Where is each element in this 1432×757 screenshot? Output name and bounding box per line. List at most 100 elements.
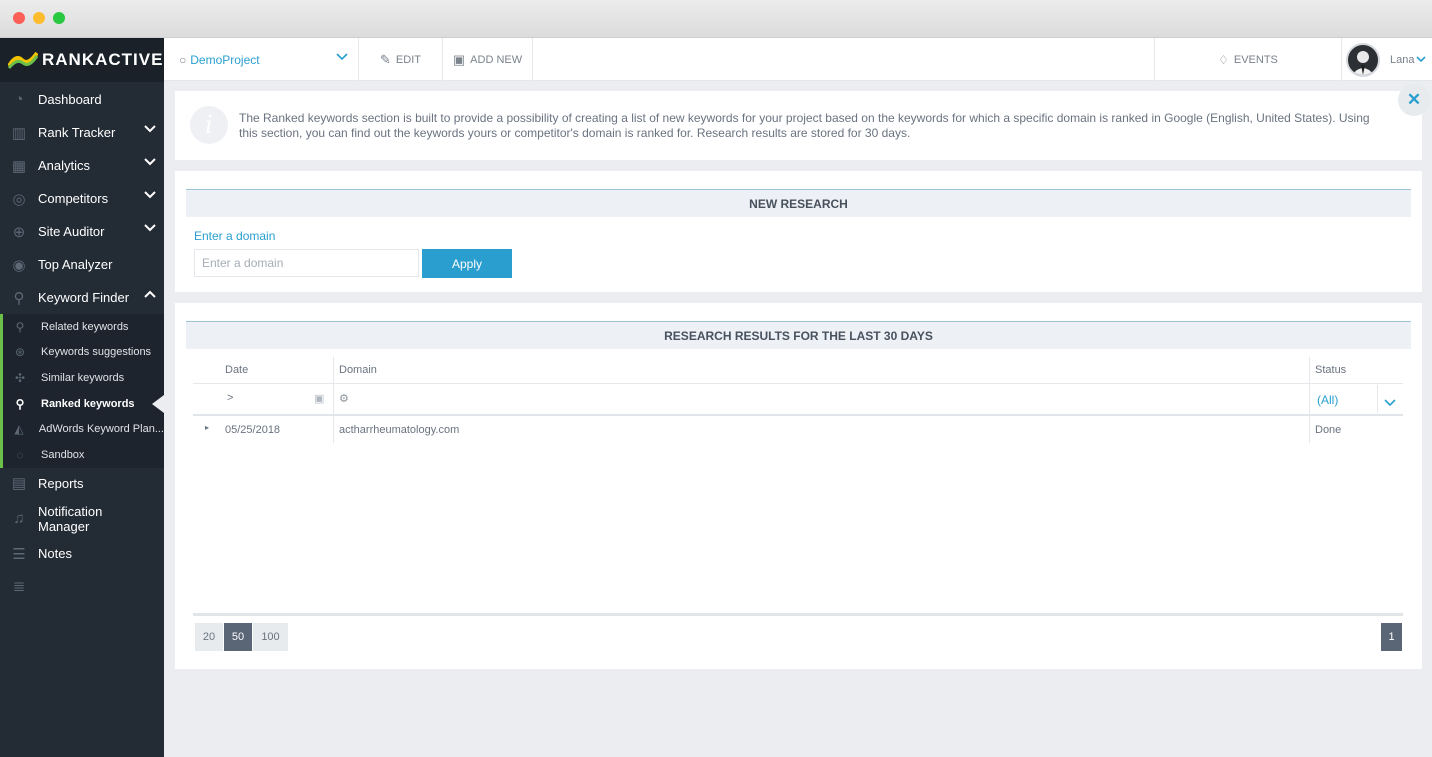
add-new-label: ADD NEW	[470, 53, 523, 66]
analyzer-icon: ◉	[12, 256, 26, 274]
sidebar-item-top-analyzer[interactable]: ◉ Top Analyzer	[0, 248, 164, 281]
row-date: 05/25/2018	[225, 424, 281, 436]
sidebar-subitem-similar-keywords[interactable]: ✣ Similar keywords	[3, 365, 164, 391]
page-button-1[interactable]: 1	[1381, 623, 1402, 651]
column-divider	[333, 357, 334, 443]
column-header-status[interactable]: Status	[1315, 357, 1395, 383]
chevron-down-icon	[1416, 54, 1427, 66]
sidebar-item-label: Analytics	[38, 158, 91, 173]
sidebar-subitem-sandbox[interactable]: ◌ Sandbox	[3, 442, 164, 468]
target-icon: ◎	[12, 190, 26, 208]
bar-chart-icon: ▥	[11, 124, 27, 142]
sidebar: RANKACTIVE ◔ Dashboard ▥ Rank Tracker ▦ …	[0, 38, 164, 757]
info-box: i The Ranked keywords section is built t…	[175, 91, 1422, 160]
sidebar-collapse-toggle[interactable]: ≣	[0, 569, 164, 603]
sidebar-item-reports[interactable]: ▤ Reports	[0, 468, 164, 499]
user-menu[interactable]: Lana	[1342, 38, 1432, 81]
page-size-20[interactable]: 20	[195, 623, 223, 651]
sidebar-subitem-label: Sandbox	[41, 448, 85, 461]
sidebar-subitem-related-keywords[interactable]: ⚲ Related keywords	[3, 314, 164, 340]
new-research-title: NEW RESEARCH	[186, 189, 1411, 217]
sidebar-item-notification-manager[interactable]: ♫ Notification Manager	[0, 499, 164, 539]
edit-button[interactable]: ✎ EDIT	[359, 38, 443, 81]
sidebar-subitem-label: Ranked keywords	[41, 397, 135, 410]
sidebar-item-label: Dashboard	[38, 92, 102, 107]
add-document-icon: ▣	[452, 51, 466, 67]
project-name: DemoProject	[190, 52, 260, 67]
sidebar-item-label: Reports	[38, 475, 84, 491]
filter-icon[interactable]: ⚙	[339, 392, 349, 405]
search-icon: ○	[179, 52, 187, 67]
sidebar-item-analytics[interactable]: ▦ Analytics	[0, 149, 164, 182]
reports-icon: ▤	[11, 475, 27, 493]
sidebar-subitem-label: Keywords suggestions	[41, 346, 152, 359]
brand-name: RANKACTIVE	[42, 50, 164, 69]
results-title: RESEARCH RESULTS FOR THE LAST 30 DAYS	[186, 321, 1411, 349]
chevron-down-icon	[336, 53, 348, 61]
adwords-icon: ◭	[14, 422, 24, 437]
bell-icon: ♢	[1218, 52, 1229, 67]
logo-mark-icon	[7, 50, 39, 70]
sidebar-subitem-keywords-suggestions[interactable]: ⊛ Keywords suggestions	[3, 340, 164, 366]
sidebar-item-competitors[interactable]: ◎ Competitors	[0, 182, 164, 215]
chevron-down-icon[interactable]	[144, 224, 156, 232]
chevron-down-icon[interactable]	[144, 158, 156, 166]
sandbox-icon: ◌	[16, 447, 24, 462]
events-button[interactable]: ♢ EVENTS	[1154, 38, 1342, 81]
logo[interactable]: RANKACTIVE	[0, 38, 164, 82]
new-research-panel: NEW RESEARCH Enter a domain Apply	[175, 171, 1422, 292]
date-filter-operator[interactable]: >	[227, 392, 233, 404]
menu-collapse-icon: ≣	[12, 577, 26, 595]
expand-row-icon[interactable]: ▸	[205, 423, 209, 432]
project-selector[interactable]: ○ DemoProject	[164, 38, 359, 81]
chevron-down-icon[interactable]	[1384, 396, 1396, 410]
suggestions-icon: ⊛	[14, 345, 26, 360]
window-titlebar	[0, 0, 1432, 38]
close-icon[interactable]: ✕	[1398, 84, 1430, 116]
sidebar-subitem-adwords-keyword-planner[interactable]: ◭ AdWords Keyword Plan...	[3, 416, 164, 442]
status-filter-select[interactable]: (All)	[1317, 393, 1338, 407]
key-icon: ⚲	[13, 289, 25, 307]
results-panel: RESEARCH RESULTS FOR THE LAST 30 DAYS Da…	[175, 303, 1422, 669]
domain-input[interactable]	[194, 249, 419, 277]
grid-footer-divider	[193, 613, 1403, 616]
info-icon: i	[190, 106, 228, 144]
sidebar-item-site-auditor[interactable]: ⊕ Site Auditor	[0, 215, 164, 248]
page-size-50[interactable]: 50	[224, 623, 252, 651]
calendar-icon[interactable]: ▣	[314, 392, 324, 405]
apply-button[interactable]: Apply	[422, 249, 512, 278]
sidebar-item-notes[interactable]: ☰ Notes	[0, 539, 164, 569]
chevron-down-icon[interactable]	[144, 191, 156, 199]
window-close-button[interactable]	[13, 12, 25, 24]
sidebar-item-rank-tracker[interactable]: ▥ Rank Tracker	[0, 116, 164, 149]
keyword-finder-submenu: ⚲ Related keywords ⊛ Keywords suggestion…	[0, 314, 164, 468]
window-minimize-button[interactable]	[33, 12, 45, 24]
row-domain: actharrheumatology.com	[339, 424, 460, 436]
sidebar-item-label: Notes	[38, 546, 72, 562]
dashboard-icon: ◔	[14, 91, 24, 108]
chevron-up-icon[interactable]	[144, 290, 156, 298]
column-divider	[1377, 385, 1378, 413]
info-text: The Ranked keywords section is built to …	[239, 111, 1370, 140]
sidebar-subitem-label: Similar keywords	[41, 371, 125, 384]
sidebar-item-label: Rank Tracker	[38, 125, 116, 140]
sidebar-item-label: Competitors	[38, 191, 109, 206]
page-size-100[interactable]: 100	[253, 623, 288, 651]
bell-icon: ♫	[13, 510, 25, 528]
column-header-domain[interactable]: Domain	[339, 357, 639, 383]
events-label: EVENTS	[1233, 53, 1278, 66]
window-maximize-button[interactable]	[53, 12, 65, 24]
row-status: Done	[1315, 424, 1342, 436]
sidebar-item-dashboard[interactable]: ◔ Dashboard	[0, 83, 164, 116]
add-new-button[interactable]: ▣ ADD NEW	[443, 38, 533, 81]
chevron-down-icon[interactable]	[144, 125, 156, 133]
pencil-icon: ✎	[380, 51, 391, 67]
sidebar-item-label: Site Auditor	[38, 224, 105, 239]
sidebar-subitem-ranked-keywords[interactable]: ⚲ Ranked keywords	[3, 391, 164, 417]
column-header-date[interactable]: Date	[225, 357, 325, 383]
avatar	[1346, 42, 1380, 77]
analytics-icon: ▦	[11, 157, 27, 175]
domain-field-label: Enter a domain	[194, 229, 276, 243]
sidebar-item-keyword-finder[interactable]: ⚲ Keyword Finder	[0, 281, 164, 314]
